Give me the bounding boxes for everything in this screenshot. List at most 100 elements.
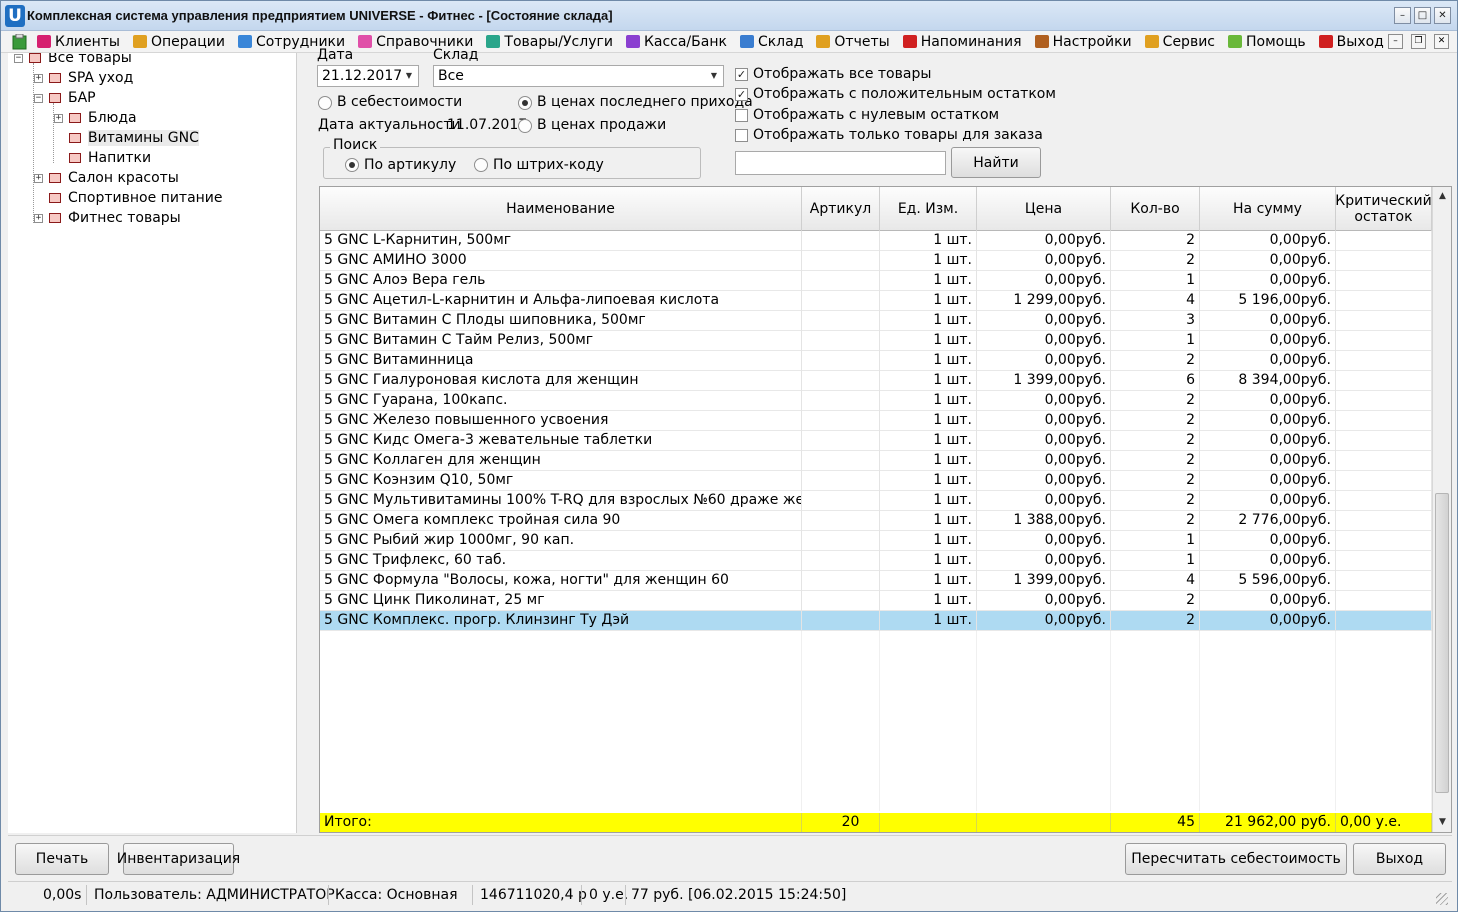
print-button[interactable]: Печать bbox=[15, 843, 109, 875]
tree-node-label: Салон красоты bbox=[68, 170, 179, 186]
table-row[interactable]: 5 GNC Кидс Омега-3 жевательные таблетки 1… bbox=[320, 431, 1432, 451]
menu-item-5[interactable]: Касса/Банк bbox=[625, 34, 727, 50]
mdi-close-button[interactable]: ✕ bbox=[1434, 34, 1449, 49]
mdi-minimize-button[interactable]: – bbox=[1388, 34, 1403, 49]
menu-item-0[interactable]: Клиенты bbox=[37, 34, 120, 50]
minimize-button[interactable]: – bbox=[1394, 7, 1411, 24]
menu-item-6[interactable]: Склад bbox=[739, 34, 803, 50]
table-row[interactable]: 5 GNC Гуарана, 100капс. 1 шт. 0,00руб. 2 0,0… bbox=[320, 391, 1432, 411]
date-picker[interactable]: 21.12.2017 ▼ bbox=[317, 65, 419, 87]
mdi-restore-button[interactable]: ❐ bbox=[1411, 34, 1426, 49]
column-header[interactable]: Наименование bbox=[320, 187, 802, 231]
table-row[interactable]: 5 GNC Алоэ Вера гель 1 шт. 0,00руб. 1 0,00ру… bbox=[320, 271, 1432, 291]
table-cell: 0,00руб. bbox=[977, 471, 1111, 491]
show-all-checkbox[interactable]: ✓ bbox=[735, 68, 748, 81]
table-cell bbox=[802, 591, 880, 611]
table-cell: 2 bbox=[1111, 231, 1200, 251]
collapse-icon[interactable]: − bbox=[14, 53, 23, 63]
scroll-thumb[interactable] bbox=[1435, 493, 1449, 793]
resize-grip-icon[interactable] bbox=[1436, 893, 1448, 905]
table-cell bbox=[1336, 391, 1432, 411]
table-cell: 1 шт. bbox=[880, 611, 977, 631]
column-header[interactable]: Критический остаток bbox=[1335, 187, 1432, 231]
table-row[interactable]: 5 GNC Омега комплекс тройная сила 90 1 шт… bbox=[320, 511, 1432, 531]
column-header[interactable]: Артикул bbox=[802, 187, 880, 231]
menu-item-4[interactable]: Товары/Услуги bbox=[486, 34, 613, 50]
date-label: Дата bbox=[317, 47, 354, 63]
table-row[interactable]: 5 GNC АМИНО 3000 1 шт. 0,00руб. 2 0,00руб. bbox=[320, 251, 1432, 271]
category-tree[interactable]: − Все товары + SPA уход − БАР + Блюда Витамины G… bbox=[8, 53, 297, 833]
vertical-scrollbar[interactable]: ▲ ▼ bbox=[1432, 187, 1451, 832]
menu-item-1[interactable]: Операции bbox=[132, 34, 225, 50]
table-cell: 1 шт. bbox=[880, 431, 977, 451]
table-row[interactable]: 5 GNC Коллаген для женщин 1 шт. 0,00руб. 2 0… bbox=[320, 451, 1432, 471]
column-header[interactable]: На сумму bbox=[1200, 187, 1336, 231]
menu-item-11[interactable]: Помощь bbox=[1228, 34, 1306, 50]
table-row[interactable]: 5 GNC Рыбий жир 1000мг, 90 кап. 1 шт. 0,00… bbox=[320, 531, 1432, 551]
table-row[interactable]: 5 GNC Трифлекс, 60 таб. 1 шт. 0,00руб. 1 0,0… bbox=[320, 551, 1432, 571]
table-row[interactable]: 5 GNC Коэнзим Q10, 50мг 1 шт. 0,00руб. 2 0,0… bbox=[320, 471, 1432, 491]
inventory-button[interactable]: Инвентаризация bbox=[117, 843, 240, 875]
expand-icon[interactable]: + bbox=[34, 213, 43, 223]
tree-node[interactable]: + Блюда bbox=[54, 109, 137, 127]
tree-node[interactable]: − БАР bbox=[34, 89, 96, 107]
find-button[interactable]: Найти bbox=[951, 147, 1041, 178]
price-cost-radio[interactable] bbox=[318, 96, 332, 110]
chevron-down-icon[interactable]: ▼ bbox=[707, 68, 721, 84]
column-header[interactable]: Кол-во bbox=[1111, 187, 1200, 231]
search-input[interactable] bbox=[735, 151, 946, 175]
table-row[interactable]: 5 GNC Витаминница 1 шт. 0,00руб. 2 0,00руб. bbox=[320, 351, 1432, 371]
tree-node[interactable]: + SPA уход bbox=[34, 69, 133, 87]
expand-icon[interactable]: + bbox=[54, 113, 63, 123]
column-header[interactable]: Цена bbox=[977, 187, 1111, 231]
expand-icon[interactable]: + bbox=[34, 73, 43, 83]
table-row[interactable]: 5 GNC Комплекс. прогр. Клинзинг Ту Дэй 1 … bbox=[320, 611, 1432, 631]
table-row[interactable]: 5 GNC Мультивитамины 100% T-RQ для взрос… bbox=[320, 491, 1432, 511]
chevron-down-icon[interactable]: ▼ bbox=[402, 68, 416, 84]
table-row[interactable]: 5 GNC L-Карнитин, 500мг 1 шт. 0,00руб. 2 0,0… bbox=[320, 231, 1432, 251]
maximize-button[interactable]: □ bbox=[1414, 7, 1431, 24]
tree-node[interactable]: Спортивное питание bbox=[34, 189, 223, 207]
column-header[interactable]: Ед. Изм. bbox=[880, 187, 977, 231]
table-row[interactable]: 5 GNC Ацетил-L-карнитин и Альфа-липоевая… bbox=[320, 291, 1432, 311]
table-row[interactable]: 5 GNC Витамин С Тайм Релиз, 500мг 1 шт. 0,… bbox=[320, 331, 1432, 351]
show-order-checkbox[interactable] bbox=[735, 129, 748, 142]
search-article-radio[interactable] bbox=[345, 158, 359, 172]
table-cell: 2 bbox=[1111, 351, 1200, 371]
menu-item-12[interactable]: Выход bbox=[1318, 34, 1384, 50]
recalc-cost-button[interactable]: Пересчитать себестоимость bbox=[1125, 843, 1347, 875]
tree-node[interactable]: + Салон красоты bbox=[34, 169, 179, 187]
table-row[interactable]: 5 GNC Формула "Волосы, кожа, ногти" для … bbox=[320, 571, 1432, 591]
collapse-icon[interactable]: − bbox=[34, 93, 43, 103]
menu-item-10[interactable]: Сервис bbox=[1144, 34, 1215, 50]
clipboard-icon[interactable] bbox=[11, 33, 29, 50]
menu-item-7[interactable]: Отчеты bbox=[816, 34, 890, 50]
show-zero-checkbox[interactable] bbox=[735, 109, 748, 122]
tree-node[interactable]: + Фитнес товары bbox=[34, 209, 181, 227]
table-row[interactable]: 5 GNC Железо повышенного усвоения 1 шт. 0,… bbox=[320, 411, 1432, 431]
search-barcode-radio[interactable] bbox=[474, 158, 488, 172]
search-group-title: Поиск bbox=[330, 137, 381, 153]
tree-node[interactable]: Витамины GNC bbox=[54, 129, 199, 147]
show-positive-checkbox[interactable]: ✓ bbox=[735, 88, 748, 101]
status-bar: 0,00s Пользователь: АДМИНИСТРАТОР Касса:… bbox=[8, 881, 1452, 908]
exit-button[interactable]: Выход bbox=[1353, 843, 1446, 875]
scroll-down-icon[interactable]: ▼ bbox=[1434, 814, 1451, 831]
warehouse-select[interactable]: Все ▼ bbox=[433, 65, 724, 87]
table-row[interactable]: 5 GNC Цинк Пиколинат, 25 мг 1 шт. 0,00руб.… bbox=[320, 591, 1432, 611]
table-row[interactable]: 5 GNC Гиалуроновая кислота для женщин 1 ш… bbox=[320, 371, 1432, 391]
price-last-radio[interactable] bbox=[518, 96, 532, 110]
tree-node-label: Фитнес товары bbox=[68, 210, 181, 226]
expand-icon[interactable]: + bbox=[34, 173, 43, 183]
table-cell bbox=[1336, 451, 1432, 471]
tree-node[interactable]: Напитки bbox=[54, 149, 151, 167]
price-sale-radio[interactable] bbox=[518, 119, 532, 133]
menu-item-9[interactable]: Настройки bbox=[1034, 34, 1132, 50]
menu-item-8[interactable]: Напоминания bbox=[902, 34, 1022, 50]
stock-table[interactable]: Наименование Артикул Ед. Изм. Цена Кол-во На … bbox=[319, 186, 1452, 833]
table-cell: 1 шт. bbox=[880, 371, 977, 391]
close-button[interactable]: ✕ bbox=[1434, 7, 1451, 24]
table-row[interactable]: 5 GNC Витамин С Плоды шиповника, 500мг 1 … bbox=[320, 311, 1432, 331]
tree-node[interactable]: − Все товары bbox=[14, 53, 132, 67]
scroll-up-icon[interactable]: ▲ bbox=[1434, 188, 1451, 205]
